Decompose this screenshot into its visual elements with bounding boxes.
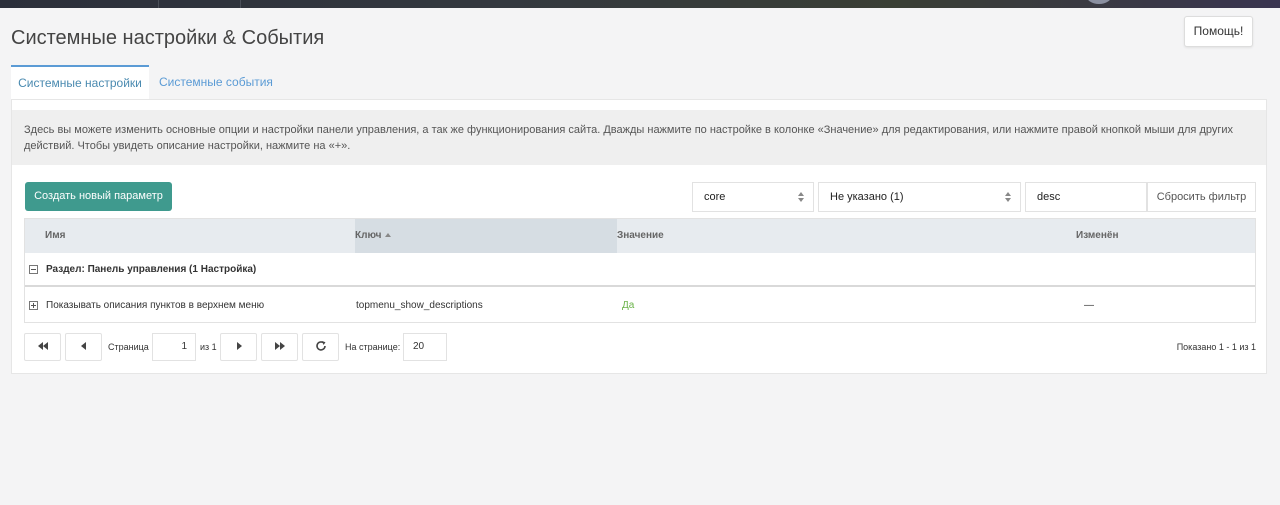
group-label: Раздел: Панель управления (1 Настройка): [46, 264, 257, 275]
column-header-key[interactable]: Ключ: [355, 219, 617, 253]
cell-value[interactable]: Да: [622, 289, 634, 322]
table-row[interactable]: Показывать описания пунктов в верхнем ме…: [25, 289, 1255, 322]
right-arrow-icon: [236, 342, 242, 351]
cell-name: Показывать описания пунктов в верхнем ме…: [46, 300, 265, 311]
column-header-label: Имя: [45, 230, 66, 241]
reset-filter-button[interactable]: Сбросить фильтр: [1147, 182, 1256, 212]
user-avatar[interactable]: [1086, 0, 1112, 4]
expand-icon[interactable]: [29, 301, 38, 310]
page-total-label: из 1: [200, 342, 217, 352]
cell-key: topmenu_show_descriptions: [356, 300, 483, 311]
page-number-input[interactable]: 1: [152, 333, 196, 361]
per-page-input[interactable]: 20: [403, 333, 447, 361]
column-header-label: Изменён: [1076, 230, 1119, 241]
pagination-bar: Страница 1 из 1 На странице: 20 Показано…: [24, 333, 1256, 363]
tab-system-settings[interactable]: Системные настройки: [11, 65, 149, 99]
refresh-icon: [315, 341, 326, 352]
next-page-button[interactable]: [220, 333, 257, 361]
group-row[interactable]: Раздел: Панель управления (1 Настройка): [25, 253, 1255, 287]
per-page-label: На странице:: [345, 342, 401, 352]
double-right-arrow-icon: [274, 342, 285, 351]
refresh-button[interactable]: [302, 333, 339, 361]
settings-grid: Имя Ключ Значение Изменён Раздел: Панель…: [24, 218, 1256, 323]
double-left-arrow-icon: [37, 342, 48, 351]
area-select[interactable]: Не указано (1): [818, 182, 1021, 212]
collapse-icon[interactable]: [29, 265, 38, 274]
left-arrow-icon: [80, 342, 86, 351]
namespace-select-value: core: [704, 191, 726, 203]
top-nav-strip: [0, 0, 1280, 8]
sort-ascending-icon: [385, 233, 392, 237]
cell-modified: —: [1084, 300, 1094, 311]
search-filter-input[interactable]: desc: [1025, 182, 1147, 212]
nav-divider: [158, 0, 159, 8]
tab-system-events[interactable]: Системные события: [159, 65, 273, 99]
create-parameter-button[interactable]: Создать новый параметр: [25, 182, 172, 211]
namespace-select[interactable]: core: [692, 182, 814, 212]
select-arrows-icon: [798, 192, 804, 202]
description-text: Здесь вы можете изменить основные опции …: [12, 110, 1266, 165]
select-arrows-icon: [1005, 192, 1011, 202]
nav-divider: [240, 0, 241, 8]
page-title: Системные настройки & События: [11, 27, 325, 49]
pagination-summary: Показано 1 - 1 из 1: [1176, 342, 1256, 352]
area-select-value: Не указано (1): [830, 191, 904, 203]
grid-header: Имя Ключ Значение Изменён: [25, 219, 1255, 253]
column-header-modified[interactable]: Изменён: [1076, 219, 1255, 253]
column-header-value[interactable]: Значение: [617, 219, 1076, 253]
column-header-label: Значение: [617, 230, 664, 241]
help-button[interactable]: Помощь!: [1184, 16, 1253, 47]
prev-page-button[interactable]: [65, 333, 102, 361]
page-label: Страница: [108, 342, 149, 352]
column-header-name[interactable]: Имя: [25, 219, 355, 253]
column-header-label: Ключ: [355, 230, 382, 241]
first-page-button[interactable]: [24, 333, 61, 361]
settings-panel: Здесь вы можете изменить основные опции …: [11, 99, 1267, 374]
last-page-button[interactable]: [261, 333, 298, 361]
